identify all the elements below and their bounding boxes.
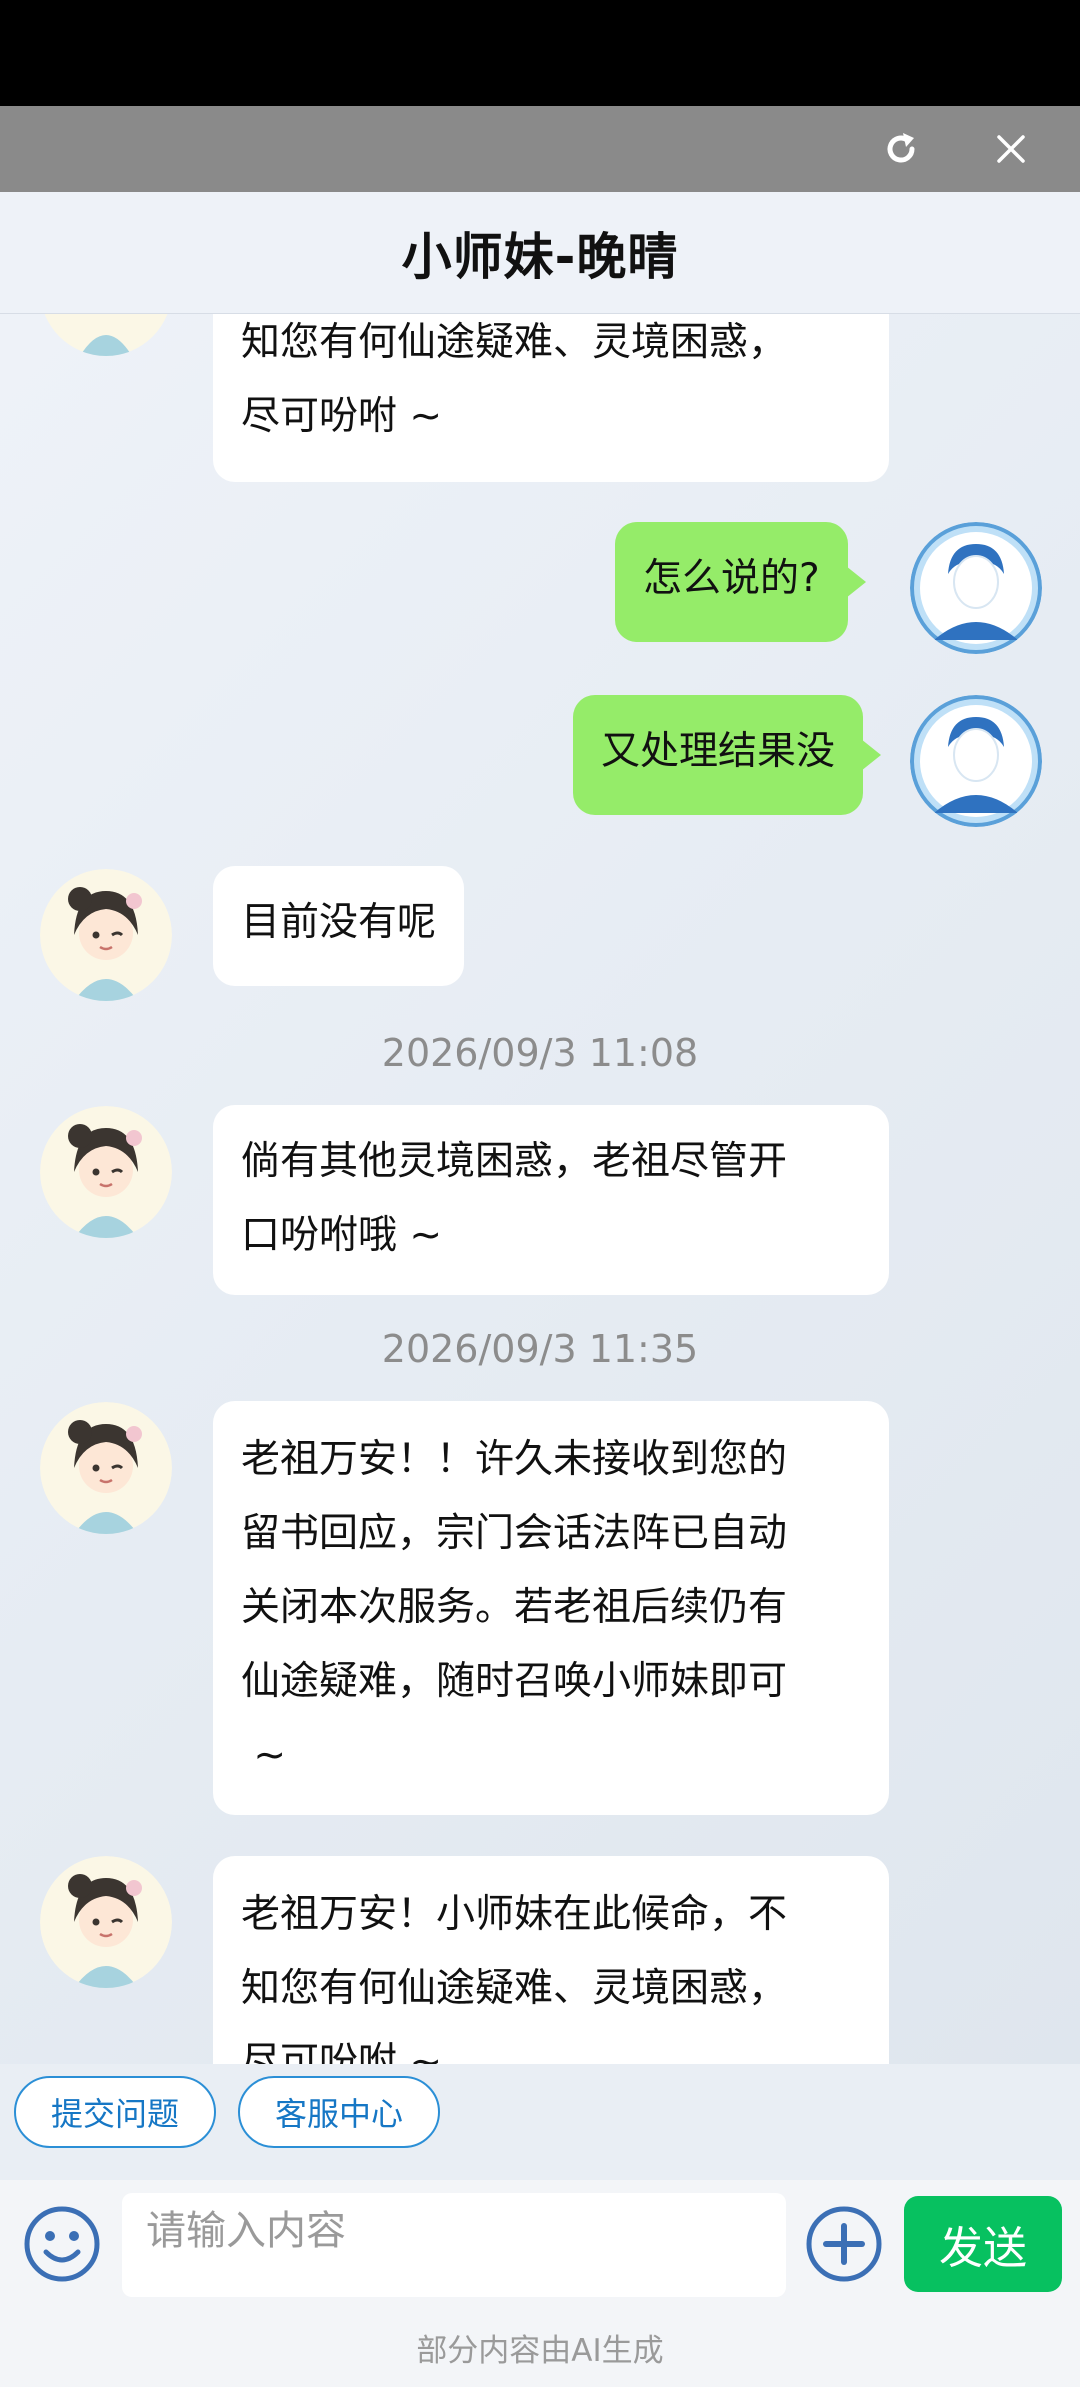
bot-message-bubble: 知您有何仙途疑难、灵境困惑， 尽可吩咐 ~ xyxy=(213,314,889,482)
bot-message-bubble: 倘有其他灵境困惑，老祖尽管开 口吩咐哦 ~ xyxy=(213,1105,889,1295)
webview-toolbar xyxy=(0,106,1080,192)
chat-message-list[interactable]: 知您有何仙途疑难、灵境困惑， 尽可吩咐 ~ 怎么说的? 又处理结果没 目前没有呢… xyxy=(0,314,1080,2064)
emoji-icon[interactable] xyxy=(22,2204,102,2284)
page-title: 小师妹-晚晴 xyxy=(401,227,679,286)
bot-avatar xyxy=(40,314,172,356)
bot-avatar xyxy=(40,1106,172,1238)
message-timestamp: 2026/09/3 11:08 xyxy=(381,1031,699,1075)
message-input[interactable] xyxy=(122,2193,786,2297)
user-avatar xyxy=(910,695,1042,827)
bot-avatar xyxy=(40,869,172,1001)
chat-header: 小师妹-晚晴 xyxy=(0,192,1080,314)
message-timestamp: 2026/09/3 11:35 xyxy=(381,1327,699,1371)
ai-disclaimer: 部分内容由AI生成 xyxy=(0,2308,1080,2387)
user-message-bubble: 又处理结果没 xyxy=(573,695,882,815)
refresh-icon[interactable] xyxy=(878,126,924,172)
quick-action-bar: 提交问题 客服中心 xyxy=(0,2064,1080,2180)
customer-service-button[interactable]: 客服中心 xyxy=(238,2076,440,2148)
bot-message-bubble: 目前没有呢 xyxy=(213,866,465,986)
status-bar xyxy=(0,0,1080,106)
bot-message-bubble: 老祖万安！小师妹在此候命，不 知您有何仙途疑难、灵境困惑， 尽可吩咐 ~ xyxy=(213,1856,889,2064)
bot-avatar xyxy=(40,1402,172,1534)
input-bar: 发送 xyxy=(0,2180,1080,2308)
bot-avatar xyxy=(40,1856,172,1988)
bot-message-bubble: 老祖万安！！许久未接收到您的 留书回应，宗门会话法阵已自动 关闭本次服务。若老祖… xyxy=(213,1401,889,1815)
send-button[interactable]: 发送 xyxy=(904,2196,1062,2292)
close-icon[interactable] xyxy=(988,126,1034,172)
submit-question-button[interactable]: 提交问题 xyxy=(14,2076,216,2148)
user-avatar xyxy=(910,522,1042,654)
user-message-bubble: 怎么说的? xyxy=(615,522,866,642)
add-icon[interactable] xyxy=(804,2204,884,2284)
